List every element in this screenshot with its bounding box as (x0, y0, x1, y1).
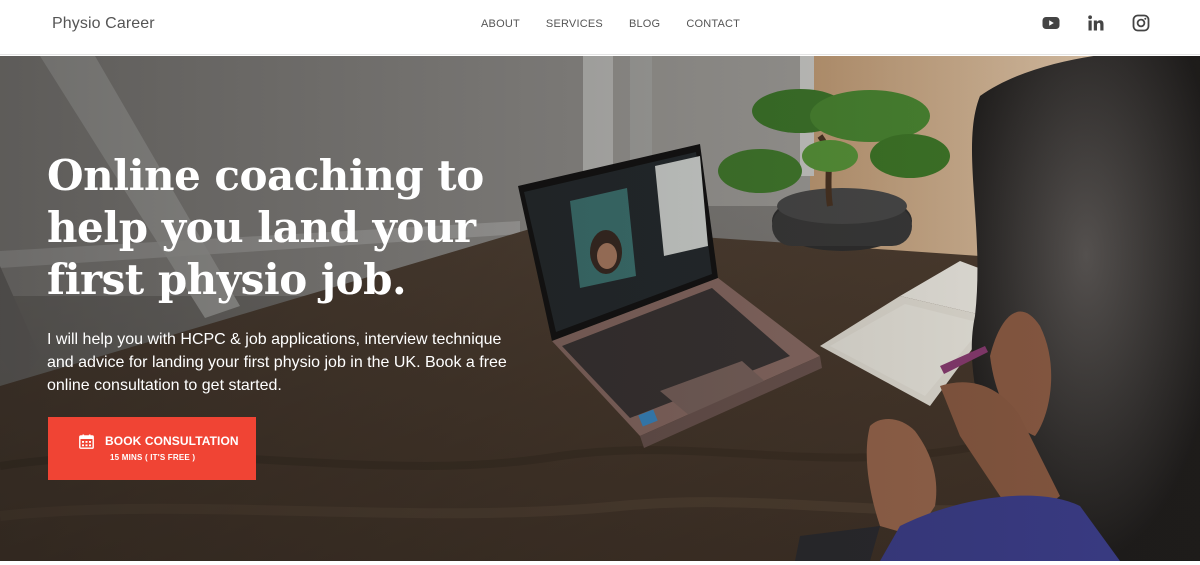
hero-section: Online coaching to help you land your fi… (0, 56, 1200, 561)
brand-logo[interactable]: Physio Career (52, 15, 155, 33)
book-consultation-button[interactable]: BOOK CONSULTATION 15 MINS ( IT'S FREE ) (48, 417, 256, 480)
instagram-icon[interactable] (1132, 14, 1150, 32)
nav-blog[interactable]: BLOG (629, 18, 660, 30)
nav-contact[interactable]: CONTACT (686, 18, 740, 30)
cta-sublabel: 15 MINS ( IT'S FREE ) (110, 453, 196, 462)
social-links (1015, 14, 1150, 32)
main-nav: ABOUT SERVICES BLOG CONTACT (481, 18, 766, 30)
nav-services[interactable]: SERVICES (546, 18, 603, 30)
cta-label: BOOK CONSULTATION (105, 434, 239, 448)
hero-overlay (0, 56, 1200, 561)
site-header: Physio Career ABOUT SERVICES BLOG CONTAC… (0, 0, 1200, 55)
nav-about[interactable]: ABOUT (481, 18, 520, 30)
youtube-icon[interactable] (1042, 14, 1060, 32)
linkedin-icon[interactable] (1087, 14, 1105, 32)
hero-description: I will help you with HCPC & job applicat… (47, 331, 507, 394)
hero-title: Online coaching to help you land your fi… (47, 151, 484, 304)
calendar-icon (79, 434, 94, 449)
